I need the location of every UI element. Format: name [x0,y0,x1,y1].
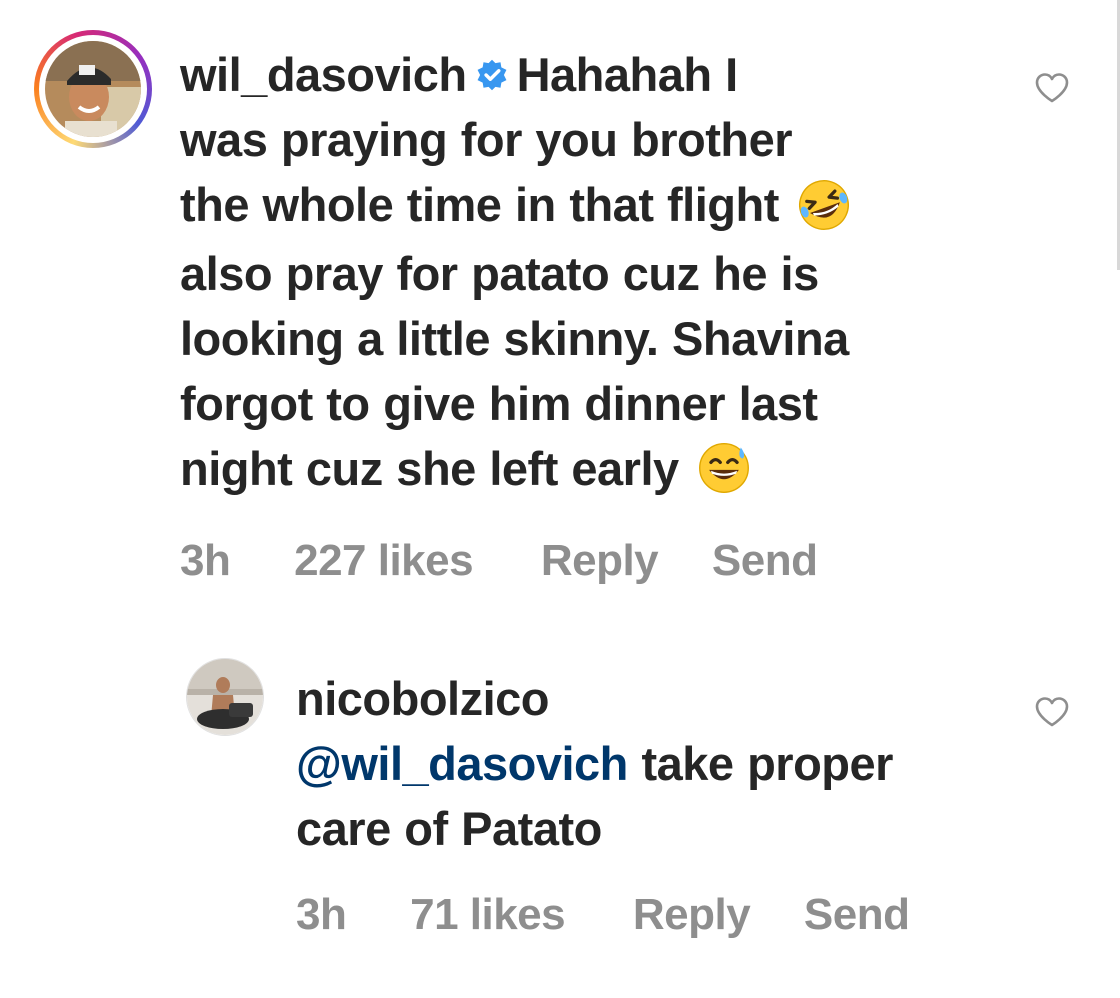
comment-text-line: was praying for you brother [180,113,793,166]
send-button[interactable]: Send [712,536,818,586]
avatar-story-ring[interactable] [34,30,152,148]
comment-body: wil_dasovich Hahahah I was praying for yo… [180,42,1000,504]
comment-meta: 3h 227 likes Reply Send [180,536,818,586]
comment-time: 3h [296,890,347,939]
send-button[interactable]: Send [804,890,910,940]
comment-text-line: Hahahah I [516,48,739,101]
comment-username[interactable]: wil_dasovich [180,48,467,101]
comment-body: nicobolzico @wil_dasovich take proper ca… [296,666,1076,861]
comment-text-line: care of Patato [296,802,602,855]
reply-button[interactable]: Reply [633,890,751,940]
avatar [45,41,141,137]
heart-outline-icon[interactable] [1034,696,1070,728]
grinning-sweat-emoji [699,443,750,494]
rolling-laughing-emoji [799,179,850,230]
likes-count[interactable]: 71 likes [410,890,566,940]
comment-text-line: forgot to give him dinner last [180,376,818,430]
heart-outline-icon[interactable] [1034,72,1070,104]
comment-text-line: the whole time in that flight [180,178,779,231]
comment-username[interactable]: nicobolzico [296,672,550,725]
likes-count[interactable]: 227 likes [294,536,474,586]
verified-badge-icon [477,59,507,90]
mention-link[interactable]: @wil_dasovich [296,737,628,790]
reply-button[interactable]: Reply [541,536,659,586]
comment-time: 3h [180,536,231,585]
comment-text-line: looking a little skinny. Shavina [180,311,849,365]
comment-text-line: take proper [641,737,893,790]
comment-meta: 3h 71 likes Reply Send [296,890,910,940]
comment-text-line: night cuz she left early [180,441,679,495]
comment-text-line: also pray for patato cuz he is [180,246,819,300]
avatar[interactable] [186,658,264,736]
